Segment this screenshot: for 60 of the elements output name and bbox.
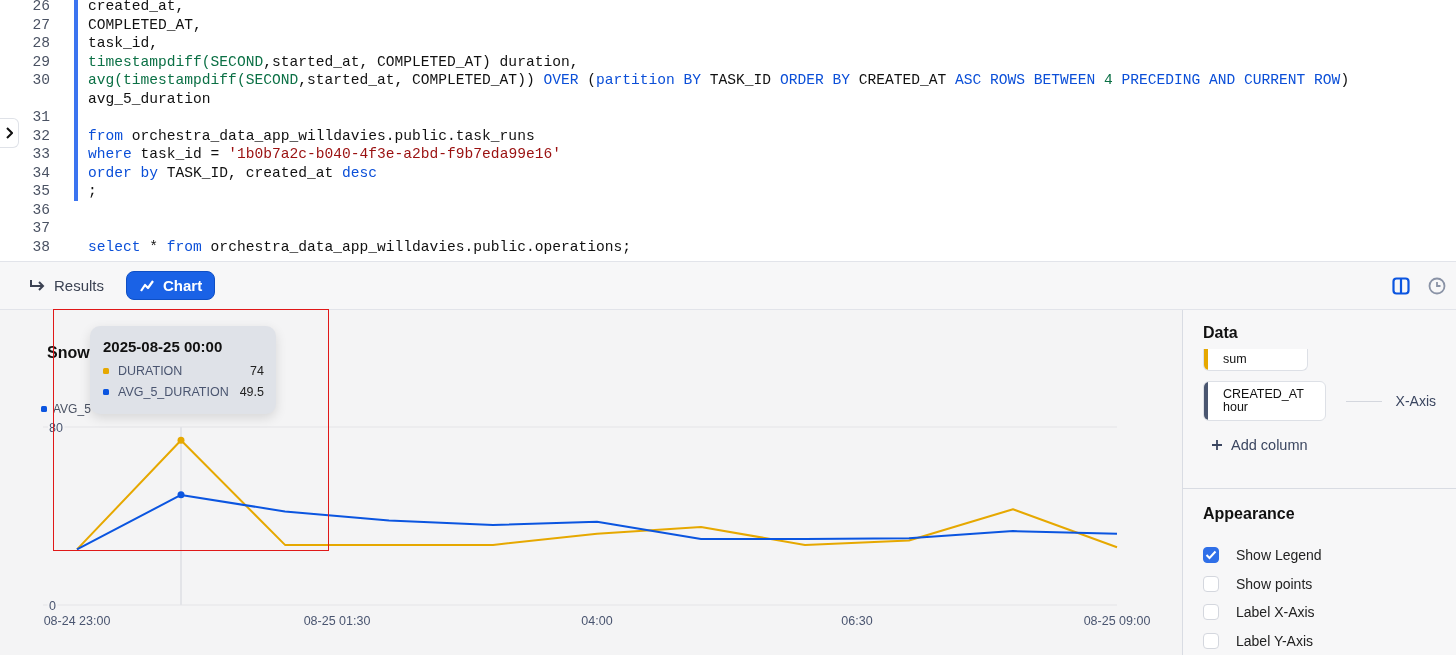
column-dropdown[interactable]: CREATED_AT hour: [1203, 381, 1326, 421]
line-number: 27: [31, 15, 50, 34]
sidebar-panel-icon: [1392, 276, 1410, 295]
line-number: 37: [31, 219, 50, 238]
section-heading: Appearance: [1203, 505, 1296, 524]
line-number: 38: [31, 237, 50, 256]
line-number: 28: [31, 34, 50, 53]
line-number: 33: [31, 145, 50, 164]
line-number: 31: [31, 108, 50, 127]
tooltip-title: 2025-08-25 00:00: [103, 338, 224, 355]
code-line: ;: [88, 182, 98, 201]
code-line: order by TASK_ID, created_at desc: [88, 163, 378, 182]
x-axis-label: 04:00: [581, 614, 613, 628]
code-line: timestampdiff(SECOND,started_at, COMPLETED_AT) duration,: [88, 52, 580, 71]
connector-line: [1345, 400, 1382, 402]
code-line: COMPLETED_AT,: [88, 15, 203, 34]
tab[interactable]: Chart: [126, 271, 216, 300]
legend-label: AVG_5: [53, 402, 91, 416]
series-label: AVG_5_DURATION: [118, 384, 230, 399]
series-value: 49.5: [239, 384, 264, 399]
line-chart-icon: [139, 278, 156, 293]
line-number: 32: [31, 126, 50, 145]
line-number: 36: [31, 200, 50, 219]
checkbox-label: Show Legend: [1236, 547, 1322, 564]
add-column-button[interactable]: Add column: [1211, 437, 1308, 453]
plus-icon: [1211, 439, 1223, 451]
x-axis-label: 08-25 01:30: [303, 614, 371, 628]
code-line: select * from orchestra_data_app_willdavies.public.operations;: [88, 237, 632, 256]
code-line: where task_id = '1b0b7a2c-b040-4f3e-a2bd-f9b7eda99e16': [88, 145, 562, 164]
checkbox-label: Show points: [1236, 575, 1313, 592]
code-line: task_id,: [88, 34, 160, 53]
line-number: 35: [31, 182, 50, 201]
code-line: created_at,: [88, 0, 186, 16]
axis-label: X-Axis: [1395, 393, 1436, 409]
hover-point: [177, 491, 185, 499]
clock-icon: [1428, 276, 1446, 295]
expand-button[interactable]: [0, 118, 19, 148]
series-label: DURATION: [118, 363, 184, 378]
series-value: 74: [250, 363, 264, 378]
history-button[interactable]: [1428, 276, 1446, 295]
hover-point: [177, 436, 185, 444]
code-line: from orchestra_data_app_willdavies.public.task_runs: [88, 126, 536, 145]
x-axis-label: 08-24 23:00: [43, 614, 111, 628]
x-axis-label: 06:30: [841, 614, 873, 628]
checkbox-label: Label X-Axis: [1236, 604, 1315, 621]
column-dropdown[interactable]: sum: [1203, 349, 1308, 371]
tab[interactable]: Results: [26, 272, 107, 299]
line-number: 29: [31, 52, 50, 71]
line-number: 34: [31, 163, 50, 182]
checkbox[interactable]: [1203, 547, 1219, 564]
line-number: 26: [31, 0, 50, 16]
y-axis-label: 0: [49, 598, 56, 613]
panel-toggle-button[interactable]: [1392, 276, 1410, 295]
checkmark-icon: [1205, 550, 1217, 561]
chevron-right-icon: [5, 127, 13, 139]
checkbox-label: Label Y-Axis: [1236, 632, 1314, 649]
code-line: avg(timestampdiff(SECOND,started_at, COMPLETED_AT)) OVER (partition BY TASK_ID ORDER BY CREATED_AT ASC ROWS BETWEEN 4 PRECEDING AND CURRENT ROW) avg_5_duration: [88, 71, 1350, 108]
x-axis-label: 08-25 09:00: [1083, 614, 1151, 628]
section-heading: Data: [1203, 324, 1239, 343]
line-number: 30: [31, 71, 50, 90]
